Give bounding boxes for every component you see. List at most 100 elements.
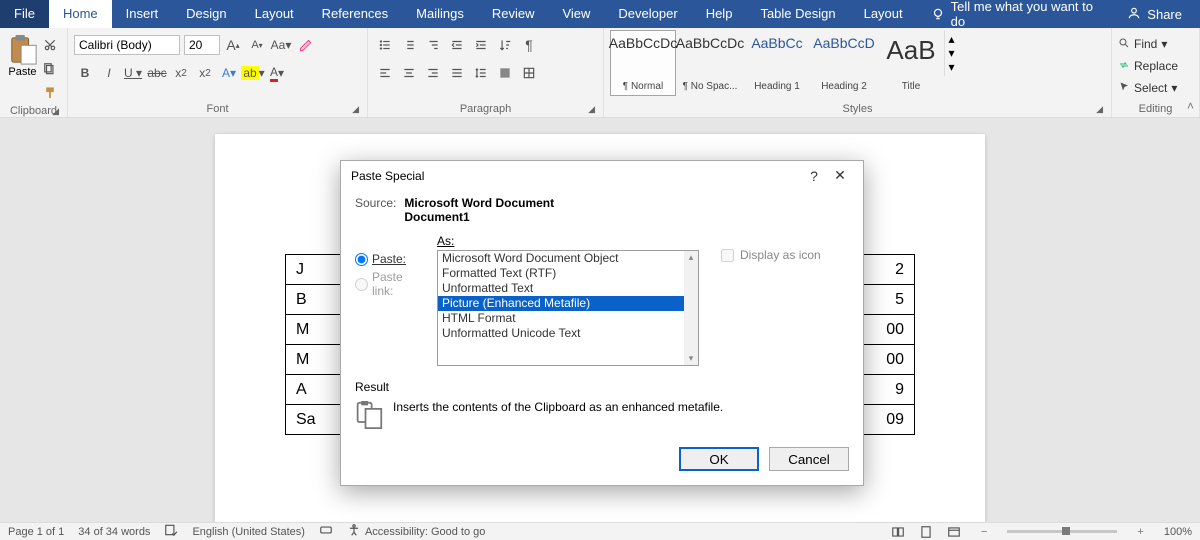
tab-insert[interactable]: Insert [112,0,173,28]
result-heading: Result [355,380,849,394]
style-tile[interactable]: AaBTitle [878,30,944,96]
cut-icon[interactable] [39,34,61,56]
select-label: Select [1134,81,1167,95]
list-item[interactable]: Picture (Enhanced Metafile) [438,296,684,311]
tab-review[interactable]: Review [478,0,549,28]
collapse-ribbon-icon[interactable]: ˄ [1187,99,1194,113]
tab-help[interactable]: Help [692,0,747,28]
dialog-help-icon[interactable]: ? [801,168,827,184]
format-painter-icon[interactable] [39,82,61,104]
tell-me-search[interactable]: Tell me what you want to do [917,0,1110,28]
clear-format-icon[interactable] [294,34,316,56]
select-button[interactable]: Select▾ [1118,78,1177,98]
italic-icon[interactable]: I [98,62,120,84]
read-mode-icon[interactable] [891,525,905,539]
web-layout-icon[interactable] [947,525,961,539]
multilevel-icon[interactable] [422,34,444,56]
styles-more-icon[interactable]: ▾ [948,60,954,74]
zoom-out-icon[interactable]: − [975,526,993,538]
font-launcher-icon[interactable]: ◢ [350,104,361,115]
numbering-icon[interactable] [398,34,420,56]
find-button[interactable]: Find▾ [1118,34,1167,54]
list-item[interactable]: Microsoft Word Document Object [438,251,684,266]
decrease-indent-icon[interactable] [446,34,468,56]
style-tile[interactable]: AaBbCcDc¶ Normal [610,30,676,96]
list-item[interactable]: Unformatted Text [438,281,684,296]
tab-layout[interactable]: Layout [241,0,308,28]
format-listbox[interactable]: Microsoft Word Document ObjectFormatted … [437,250,699,366]
font-color-icon[interactable]: A▾ [266,62,288,84]
status-bar: Page 1 of 1 34 of 34 words English (Unit… [0,522,1200,540]
styles-launcher-icon[interactable]: ◢ [1094,104,1105,115]
zoom-in-icon[interactable]: + [1131,526,1149,538]
font-size-combo[interactable] [184,35,220,55]
bullets-icon[interactable] [374,34,396,56]
tab-file[interactable]: File [0,0,49,28]
sort-icon[interactable] [494,34,516,56]
tab-view[interactable]: View [548,0,604,28]
paragraph-launcher-icon[interactable]: ◢ [586,104,597,115]
borders-icon[interactable] [518,62,540,84]
tab-home[interactable]: Home [49,0,112,28]
align-center-icon[interactable] [398,62,420,84]
line-spacing-icon[interactable] [470,62,492,84]
listbox-scrollbar[interactable]: ▴▾ [684,251,698,365]
grow-font-icon[interactable]: A▴ [222,34,244,56]
tab-references[interactable]: References [308,0,402,28]
tab-mailings[interactable]: Mailings [402,0,478,28]
share-button[interactable]: Share [1109,0,1200,28]
display-as-icon-checkbox[interactable]: Display as icon [721,248,849,262]
show-marks-icon[interactable]: ¶ [518,34,540,56]
zoom-level[interactable]: 100% [1164,526,1192,538]
justify-icon[interactable] [446,62,468,84]
tab-developer[interactable]: Developer [604,0,691,28]
copy-icon[interactable] [39,58,61,80]
dialog-close-icon[interactable]: ✕ [827,167,853,184]
style-name: Title [881,81,941,92]
list-item[interactable]: HTML Format [438,311,684,326]
font-name-combo[interactable] [74,35,180,55]
chevron-up-icon[interactable]: ▴ [948,32,954,46]
shading-icon[interactable] [494,62,516,84]
increase-indent-icon[interactable] [470,34,492,56]
superscript-icon[interactable]: x2 [194,62,216,84]
style-tile[interactable]: AaBbCcDHeading 2 [811,30,877,96]
tab-table-design[interactable]: Table Design [746,0,849,28]
subscript-icon[interactable]: x2 [170,62,192,84]
list-item[interactable]: Formatted Text (RTF) [438,266,684,281]
tab-layout-contextual[interactable]: Layout [850,0,917,28]
paste-radio[interactable]: Paste: [355,252,427,266]
text-effects-icon[interactable]: A▾ [218,62,240,84]
shrink-font-icon[interactable]: A▾ [246,34,268,56]
style-tile[interactable]: AaBbCcDc¶ No Spac... [677,30,743,96]
accessibility-button[interactable]: Accessibility: Good to go [347,523,485,540]
tab-design[interactable]: Design [172,0,240,28]
styles-scroll[interactable]: ▴ ▾ ▾ [944,30,958,76]
status-page[interactable]: Page 1 of 1 [8,526,64,538]
replace-button[interactable]: Replace [1118,56,1178,76]
bold-icon[interactable]: B [74,62,96,84]
strike-icon[interactable]: abc [146,62,168,84]
spellcheck-icon[interactable] [164,523,178,540]
style-name: Heading 1 [747,81,807,92]
change-case-icon[interactable]: Aa▾ [270,34,292,56]
group-styles: AaBbCcDc¶ NormalAaBbCcDc¶ No Spac...AaBb… [604,28,1112,117]
paste-button[interactable]: Paste [6,30,39,78]
zoom-slider[interactable] [1007,530,1117,533]
as-label: As: [437,234,454,248]
status-language[interactable]: English (United States) [192,526,305,538]
style-tile[interactable]: AaBbCcHeading 1 [744,30,810,96]
list-item[interactable]: Unformatted Unicode Text [438,326,684,341]
align-right-icon[interactable] [422,62,444,84]
status-words[interactable]: 34 of 34 words [78,526,150,538]
result-text: Inserts the contents of the Clipboard as… [393,400,723,414]
highlight-icon[interactable]: ab▾ [242,62,264,84]
ok-button[interactable]: OK [679,447,759,471]
clipboard-launcher-icon[interactable]: ◢ [50,106,61,117]
text-predictions-icon[interactable] [319,523,333,540]
align-left-icon[interactable] [374,62,396,84]
print-layout-icon[interactable] [919,525,933,539]
chevron-down-icon[interactable]: ▾ [948,46,954,60]
cancel-button[interactable]: Cancel [769,447,849,471]
underline-icon[interactable]: U ▾ [122,62,144,84]
